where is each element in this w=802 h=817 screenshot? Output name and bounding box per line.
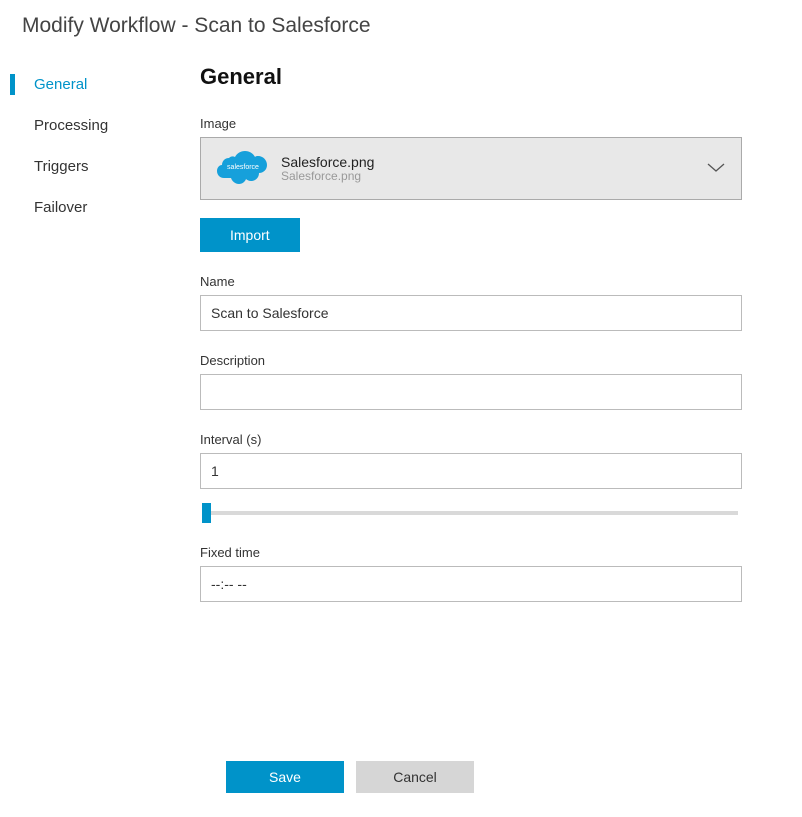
save-button[interactable]: Save (226, 761, 344, 793)
section-heading: General (200, 64, 742, 90)
interval-field-group: Interval (s) (200, 432, 742, 523)
interval-label: Interval (s) (200, 432, 742, 447)
footer-actions: Save Cancel (226, 761, 474, 793)
sidebar-item-general[interactable]: General (0, 64, 200, 105)
fixed-time-label: Fixed time (200, 545, 742, 560)
sidebar-item-label: General (34, 76, 87, 93)
slider-track (204, 511, 738, 515)
chevron-down-icon (707, 160, 725, 178)
import-button[interactable]: Import (200, 218, 300, 252)
image-filename-secondary: Salesforce.png (281, 169, 707, 183)
slider-thumb[interactable] (202, 503, 211, 523)
sidebar-item-failover[interactable]: Failover (0, 187, 200, 228)
fixed-time-input[interactable] (200, 566, 742, 602)
name-input[interactable] (200, 295, 742, 331)
main-panel: General Image salesforce Salesforce.png … (200, 64, 802, 624)
sidebar-item-processing[interactable]: Processing (0, 105, 200, 146)
sidebar-item-label: Triggers (34, 158, 88, 175)
content-container: General Processing Triggers Failover Gen… (0, 64, 802, 624)
svg-text:salesforce: salesforce (227, 164, 259, 171)
sidebar: General Processing Triggers Failover (0, 64, 200, 624)
image-picker[interactable]: salesforce Salesforce.png Salesforce.png (200, 137, 742, 200)
sidebar-item-label: Failover (34, 199, 87, 216)
image-label: Image (200, 116, 742, 131)
page-title: Modify Workflow - Scan to Salesforce (0, 0, 802, 38)
interval-input[interactable] (200, 453, 742, 489)
sidebar-item-label: Processing (34, 117, 108, 134)
name-label: Name (200, 274, 742, 289)
description-label: Description (200, 353, 742, 368)
name-field-group: Name (200, 274, 742, 331)
image-info: Salesforce.png Salesforce.png (281, 154, 707, 183)
image-field-group: Image salesforce Salesforce.png Salesfor… (200, 116, 742, 252)
salesforce-cloud-icon: salesforce (217, 148, 269, 189)
fixed-time-field-group: Fixed time (200, 545, 742, 602)
description-field-group: Description (200, 353, 742, 410)
image-filename: Salesforce.png (281, 154, 707, 170)
sidebar-item-triggers[interactable]: Triggers (0, 146, 200, 187)
description-input[interactable] (200, 374, 742, 410)
interval-slider[interactable] (200, 503, 742, 523)
cancel-button[interactable]: Cancel (356, 761, 474, 793)
